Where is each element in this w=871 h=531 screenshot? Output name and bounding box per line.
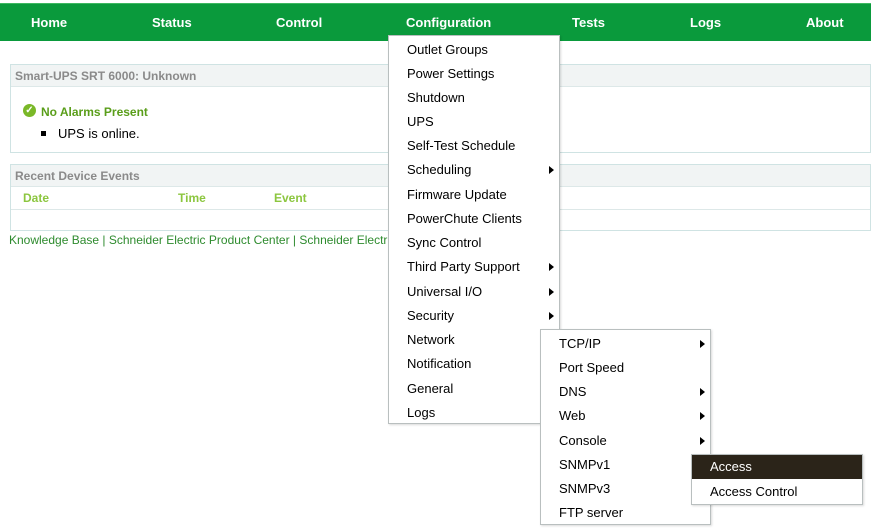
submenu-arrow-icon: [549, 263, 554, 271]
submenu-arrow-icon: [700, 437, 705, 445]
ups-status-text: UPS is online.: [58, 126, 140, 141]
menu-network[interactable]: Network: [389, 328, 539, 352]
submenu-web-row[interactable]: Web: [541, 404, 710, 428]
nav-status[interactable]: Status: [152, 4, 192, 42]
menu-notification[interactable]: Notification: [389, 352, 539, 376]
menu-logs[interactable]: Logs: [389, 401, 539, 425]
submenu-access-control[interactable]: Access Control: [692, 480, 862, 504]
menu-security-row[interactable]: Security: [389, 304, 559, 328]
menu-security[interactable]: Security: [389, 304, 539, 328]
check-circle-icon: ✓: [23, 103, 36, 117]
column-date[interactable]: Date: [23, 191, 49, 205]
menu-self-test-schedule[interactable]: Self-Test Schedule: [389, 134, 559, 158]
nav-about[interactable]: About: [806, 4, 844, 42]
menu-firmware-update[interactable]: Firmware Update: [389, 183, 559, 207]
nav-home[interactable]: Home: [31, 4, 67, 42]
menu-scheduling-row[interactable]: Scheduling: [389, 158, 559, 182]
submenu-port-speed[interactable]: Port Speed: [541, 356, 710, 380]
bullet-icon: [41, 131, 46, 136]
nav-control[interactable]: Control: [276, 4, 322, 42]
configuration-menu: Outlet Groups Power Settings Shutdown UP…: [388, 35, 560, 424]
submenu-tcpip-row[interactable]: TCP/IP: [541, 332, 710, 356]
menu-scheduling[interactable]: Scheduling: [389, 158, 539, 182]
menu-third-party-support-row[interactable]: Third Party Support: [389, 255, 559, 279]
column-time[interactable]: Time: [178, 191, 206, 205]
menu-sync-control[interactable]: Sync Control: [389, 231, 559, 255]
submenu-tcpip[interactable]: TCP/IP: [541, 332, 691, 356]
submenu-dns[interactable]: DNS: [541, 380, 691, 404]
alarm-status: ✓ No Alarms Present: [23, 103, 148, 121]
menu-universal-io-row[interactable]: Universal I/O: [389, 280, 559, 304]
footer-links[interactable]: Knowledge Base | Schneider Electric Prod…: [9, 233, 389, 247]
submenu-arrow-icon: [549, 312, 554, 320]
submenu-arrow-icon: [549, 166, 554, 174]
menu-ups[interactable]: UPS: [389, 110, 559, 134]
submenu-snmpv3[interactable]: SNMPv3: [541, 477, 691, 501]
menu-powerchute-clients[interactable]: PowerChute Clients: [389, 207, 559, 231]
snmpv1-submenu: Access Access Control: [691, 454, 863, 505]
nav-logs[interactable]: Logs: [690, 4, 721, 42]
menu-shutdown[interactable]: Shutdown: [389, 86, 559, 110]
submenu-arrow-icon: [700, 412, 705, 420]
network-submenu: TCP/IP Port Speed DNS Web Console SNMPv1…: [540, 329, 711, 525]
menu-outlet-groups[interactable]: Outlet Groups: [389, 38, 559, 62]
submenu-arrow-icon: [549, 288, 554, 296]
submenu-console[interactable]: Console: [541, 429, 691, 453]
nav-tests[interactable]: Tests: [572, 4, 605, 42]
submenu-arrow-icon: [700, 340, 705, 348]
menu-power-settings[interactable]: Power Settings: [389, 62, 559, 86]
submenu-snmpv1[interactable]: SNMPv1: [541, 453, 691, 477]
alarm-text: No Alarms Present: [41, 105, 148, 119]
column-event[interactable]: Event: [274, 191, 307, 205]
submenu-access[interactable]: Access: [692, 455, 862, 479]
submenu-console-row[interactable]: Console: [541, 429, 710, 453]
submenu-arrow-icon: [700, 388, 705, 396]
submenu-ftp-server[interactable]: FTP server: [541, 501, 691, 525]
submenu-dns-row[interactable]: DNS: [541, 380, 710, 404]
menu-third-party-support[interactable]: Third Party Support: [389, 255, 539, 279]
menu-general[interactable]: General: [389, 377, 539, 401]
menu-universal-io[interactable]: Universal I/O: [389, 280, 539, 304]
ups-status-item: UPS is online.: [41, 126, 140, 141]
submenu-web[interactable]: Web: [541, 404, 691, 428]
